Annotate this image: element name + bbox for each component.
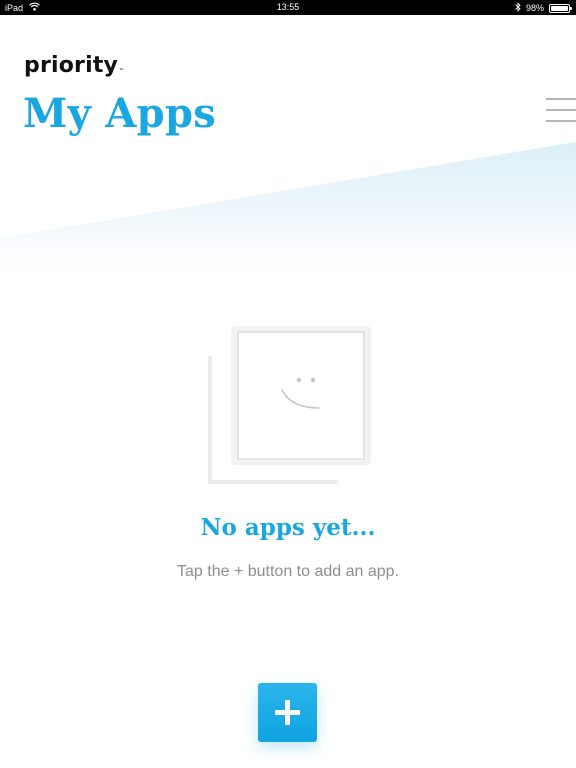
menu-line-middle	[546, 109, 576, 111]
empty-apps-smiley-icon	[208, 326, 371, 484]
status-bar: iPad 13:55 98%	[0, 0, 576, 15]
add-app-button[interactable]	[258, 683, 317, 742]
bluetooth-icon	[515, 2, 521, 14]
status-right: 98%	[515, 2, 572, 14]
status-time: 13:55	[276, 2, 300, 12]
menu-line-top	[546, 98, 576, 100]
empty-state-title: No apps yet...	[200, 514, 376, 541]
screen: iPad 13:55 98% priority™ My Apps No apps…	[0, 0, 576, 768]
battery-percent: 98%	[525, 3, 544, 13]
logo-trademark: ™	[119, 68, 125, 74]
battery-fill	[551, 6, 568, 11]
priority-logo: priority™	[24, 53, 124, 78]
menu-line-bottom	[546, 120, 576, 122]
empty-state-subtitle: Tap the + button to add an app.	[177, 563, 399, 580]
battery-icon	[549, 4, 572, 13]
logo-text: priority	[24, 53, 119, 78]
plus-icon-vertical	[285, 700, 290, 725]
header-diagonal-band	[0, 142, 576, 290]
hamburger-menu-icon[interactable]	[546, 96, 576, 126]
